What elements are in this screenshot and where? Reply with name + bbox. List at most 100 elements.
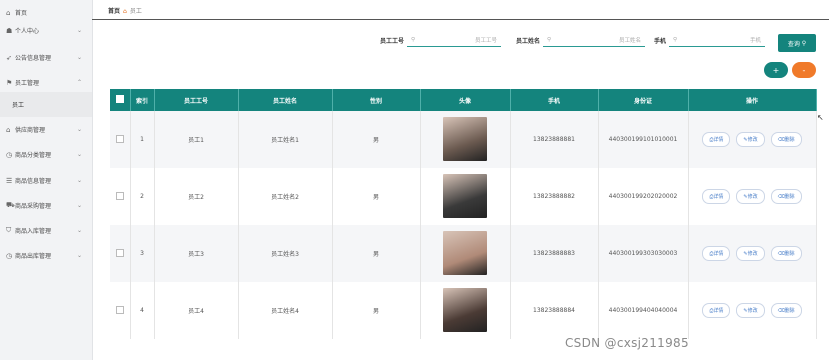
sidebar-item[interactable]: ☗ 个人中心 ⌄ [0,18,92,43]
action-label: 删除 [784,251,795,257]
action-label: 详情 [713,137,724,143]
row-checkbox[interactable] [115,191,124,200]
sex-cell: 男 [332,225,421,282]
sidebar-item[interactable]: ⛉ 商品入库管理 ⌄ [0,218,92,243]
breadcrumb-current: 员工 [129,8,142,15]
employee-table: 索引 员工工号 员工姓名 性别 头像 手机 身份证 操作 1 员工1 员工姓名1 男 13823888… [110,89,817,339]
sidebar-item-label: 员工 [12,102,25,109]
remove-button[interactable]: ⌫ 删除 [770,303,802,318]
index-cell: 2 [130,168,155,225]
home-icon: ⌂ [6,8,11,17]
select-cell [110,282,131,339]
edit-button[interactable]: ✎ 修改 [736,246,765,261]
emp-name-cell: 员工姓名4 [238,282,333,339]
sidebar-item[interactable]: ⌂ 供应商管理 ⌄ [0,117,92,142]
mouse-cursor-icon: ↖ [817,113,824,122]
table-header-row: 索引 员工工号 员工姓名 性别 头像 手机 身份证 操作 [110,89,817,111]
emp-name-placeholder: 员工姓名 [619,37,642,44]
remove-button[interactable]: ⌫ 删除 [770,189,802,204]
emp-no-cell: 员工3 [154,225,239,282]
emp-name-input[interactable]: ⚲ 员工姓名 [543,33,646,47]
watermark: CSDN @cxsj211985 [565,336,689,350]
chevron-icon: ⌄ [76,227,82,234]
remove-button[interactable]: ⌫ 删除 [770,132,802,147]
sidebar-item[interactable]: 员工 [0,92,92,117]
row-checkbox[interactable] [115,305,124,314]
row-checkbox[interactable] [115,134,124,143]
chevron-icon: ⌄ [76,54,82,61]
emp-no-cell: 员工4 [154,282,239,339]
phone-input[interactable]: ⚲ 手机 [669,33,766,47]
inbox-icon: ⛉ [6,226,12,234]
edit-button[interactable]: ✎ 修改 [736,303,765,318]
action-label: 详情 [713,194,724,200]
main-content: 首页 ⌂ 员工 员工工号 ⚲ 员工工号 员工姓名 ⚲ 员工姓名 手机 ⚲ 手机 查询 ⚲ … [92,0,829,360]
remove-button[interactable]: ⌫ 删除 [770,246,802,261]
action-label: 修改 [747,137,758,143]
detail-button[interactable]: ⎙ 详情 [702,303,731,318]
trash-icon: ⌫ [777,250,785,257]
chevron-icon: ⌄ [76,126,82,133]
idcard-cell: 440300199202020002 [598,168,689,225]
sidebar-item[interactable]: ◷ 商品分类管理 ⌄ [0,142,92,167]
ops-cell: ⎙ 详情 ✎ 修改 ⌫ 删除 [688,168,817,225]
avatar-cell [420,225,511,282]
add-button[interactable]: + [764,62,788,78]
phone-cell: 13823888883 [510,225,599,282]
emp-no-input[interactable]: ⚲ 员工工号 [407,33,502,47]
send-icon: ➶ [6,53,12,62]
detail-button[interactable]: ⎙ 详情 [702,132,731,147]
detail-button[interactable]: ⎙ 详情 [702,246,731,261]
index-cell: 3 [130,225,155,282]
search-emp-no: 员工工号 ⚲ 员工工号 [380,33,502,47]
sex-cell: 男 [332,111,421,168]
breadcrumb-home[interactable]: 首页 [108,8,120,15]
row-checkbox[interactable] [115,248,124,257]
edit-button[interactable]: ✎ 修改 [736,189,765,204]
sidebar-item-label: 公告信息管理 [15,55,52,62]
sidebar-item[interactable]: ☰ 商品信息管理 ⌄ [0,168,92,193]
action-label: 修改 [747,194,758,200]
select-cell [110,111,131,168]
emp-name-cell: 员工姓名1 [238,111,333,168]
detail-button[interactable]: ⎙ 详情 [702,189,731,204]
ops-cell: ⎙ 详情 ✎ 修改 ⌫ 删除 [688,225,817,282]
avatar-cell [420,282,511,339]
chevron-icon: ⌄ [76,252,82,259]
column-header: 头像 [420,89,511,111]
chevron-icon: ⌃ [76,79,82,86]
row-actions: ⎙ 详情 ✎ 修改 ⌫ 删除 [690,132,815,147]
sidebar-item[interactable]: ⛟ 商品采购管理 ⌄ [0,193,92,218]
avatar [443,116,487,161]
edit-button[interactable]: ✎ 修改 [736,132,765,147]
sidebar-item[interactable]: ➶ 公告信息管理 ⌄ [0,45,92,70]
clock-icon: ◷ [6,251,13,260]
search-icon: ⚲ [673,36,678,43]
select-all-checkbox[interactable] [115,95,124,103]
sidebar-item-label: 员工管理 [15,80,40,87]
column-header: 手机 [510,89,599,111]
chevron-icon: ⌄ [76,151,82,158]
phone-cell: 13823888882 [510,168,599,225]
avatar [443,173,487,218]
delete-button[interactable]: - [792,62,816,78]
avatar [443,230,487,275]
avatar [443,287,487,332]
sidebar-item-label: 商品采购管理 [15,203,52,210]
column-header: 操作 [688,89,817,111]
cart-icon: ⛟ [6,201,15,209]
chevron-icon: ⌄ [76,177,82,184]
action-label: 删除 [784,194,795,200]
sidebar-item[interactable]: ◷ 商品出库管理 ⌄ [0,243,92,268]
trash-icon: ⌫ [777,193,785,200]
emp-no-label: 员工工号 [380,37,405,45]
sidebar-item-label: 供应商管理 [15,127,46,134]
action-label: 删除 [784,308,795,314]
chevron-icon: ⌄ [76,202,82,209]
avatar-cell [420,111,511,168]
row-actions: ⎙ 详情 ✎ 修改 ⌫ 删除 [690,246,815,261]
query-button[interactable]: 查询 ⚲ [778,34,816,52]
bank-icon: ⌂ [6,125,11,134]
table-row: 3 员工3 员工姓名3 男 13823888883 440300199303030003 ⎙… [110,225,817,282]
phone-label: 手机 [654,37,667,45]
